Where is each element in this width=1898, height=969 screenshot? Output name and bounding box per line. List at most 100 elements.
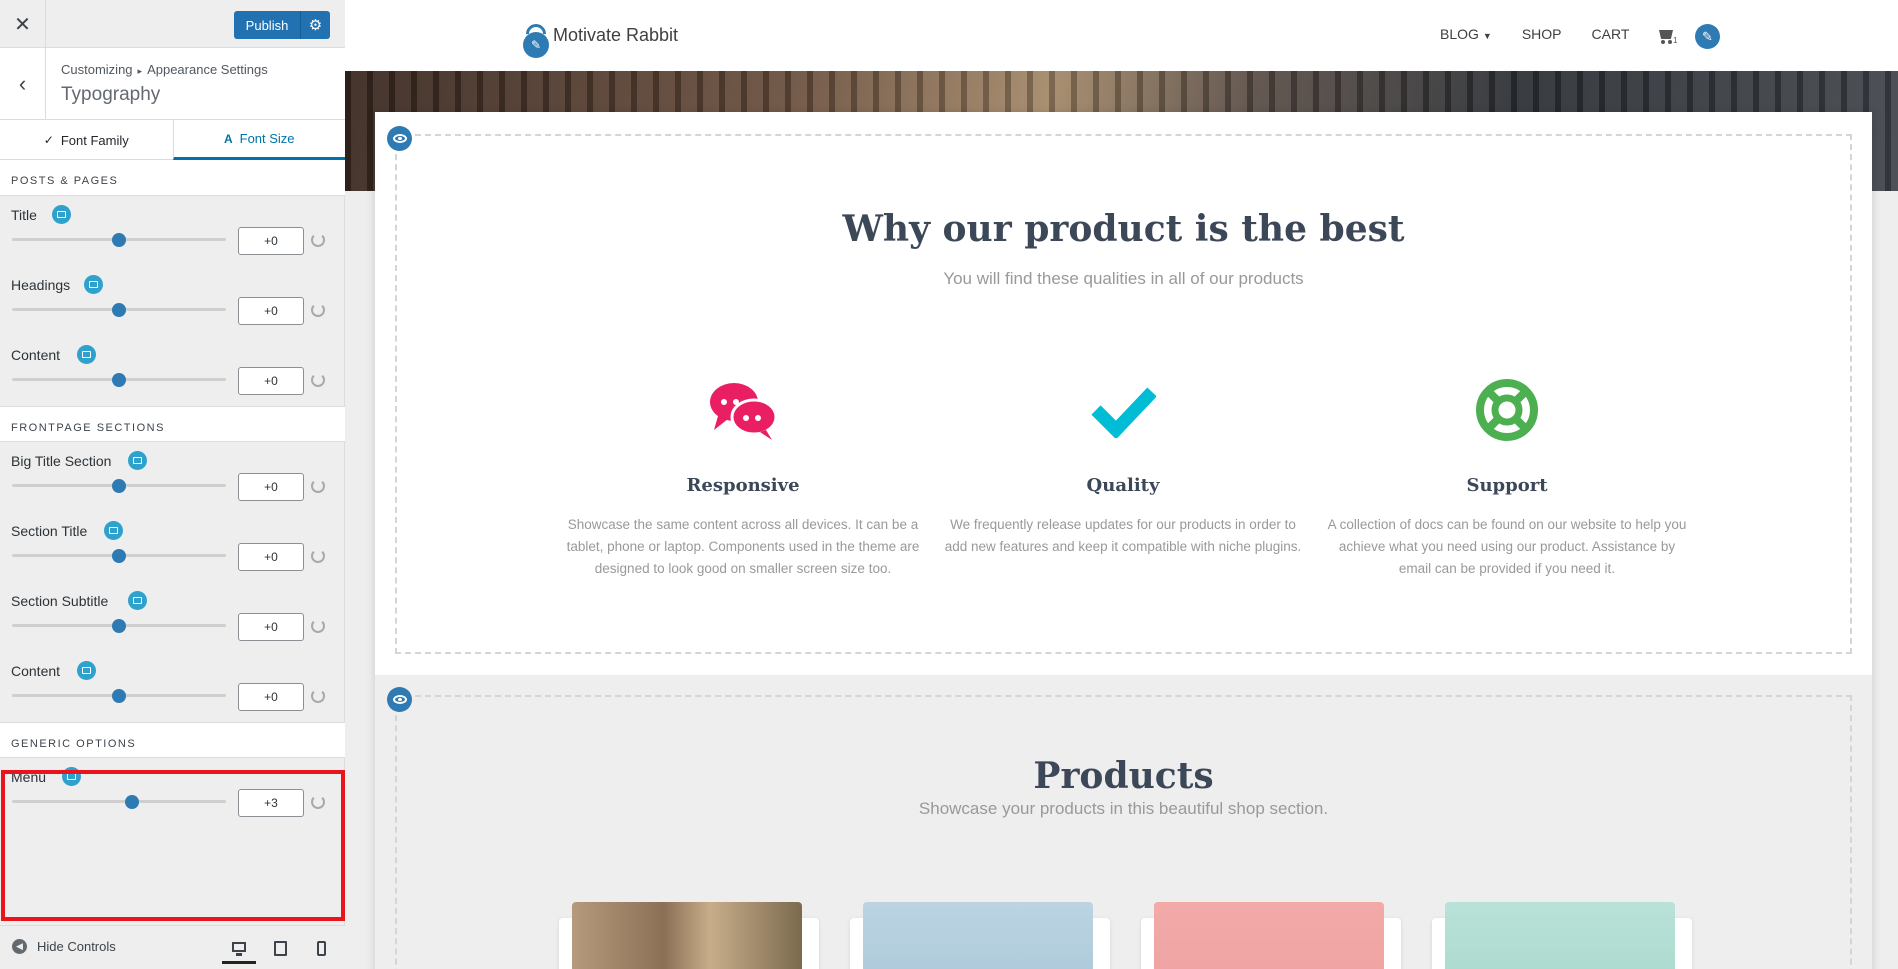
- products-title: Products: [1033, 755, 1214, 797]
- range-slider-handle[interactable]: [112, 373, 126, 387]
- reset-icon[interactable]: [311, 795, 325, 809]
- preview-desktop-button[interactable]: [222, 932, 256, 964]
- font-size-controls: Posts & Pages Title +0 Headings +0 Content +0…: [0, 160, 345, 925]
- font-size-control: Menu +3: [0, 758, 345, 828]
- customizer-topbar: ✕ Publish ⚙: [0, 0, 345, 48]
- breadcrumb-separator: ▸: [137, 66, 143, 76]
- menu-item-blog-label: BLOG: [1440, 26, 1479, 42]
- font-size-value-input[interactable]: +0: [238, 297, 304, 325]
- font-size-value-input[interactable]: +0: [238, 227, 304, 255]
- back-button[interactable]: ‹: [0, 48, 46, 120]
- typography-tabs: ✓ Font Family A Font Size: [0, 120, 345, 160]
- menu-item-blog[interactable]: BLOG ▼: [1440, 26, 1492, 42]
- chat-bubbles-icon: [563, 375, 923, 445]
- menu-item-shop[interactable]: SHOP: [1522, 26, 1562, 42]
- control-label-section-title: Section Title: [11, 523, 88, 539]
- customizer-footer: ◀ Hide Controls: [0, 925, 345, 969]
- product-image[interactable]: [572, 902, 802, 969]
- font-size-control: Big Title Section +0: [0, 442, 345, 512]
- responsive-device-icon[interactable]: [52, 205, 71, 224]
- menu-item-cart[interactable]: CART: [1592, 26, 1630, 42]
- hide-controls-button[interactable]: ◀ Hide Controls: [12, 939, 116, 954]
- range-slider-handle[interactable]: [112, 689, 126, 703]
- feature-title: Responsive: [686, 475, 800, 496]
- responsive-device-icon[interactable]: [104, 521, 123, 540]
- range-slider-handle[interactable]: [112, 479, 126, 493]
- reset-icon[interactable]: [311, 373, 325, 387]
- breadcrumb: Customizing ▸ Appearance Settings: [61, 62, 268, 77]
- cart-wheel: [1668, 40, 1672, 44]
- main-content-card: Why our product is the best You will fin…: [375, 112, 1872, 969]
- desktop-icon: [232, 941, 246, 956]
- responsive-device-icon[interactable]: [62, 767, 81, 786]
- control-label-title: Title: [11, 207, 37, 223]
- group-title-frontpage-sections: Frontpage Sections: [0, 406, 345, 442]
- publish-settings-gear-icon[interactable]: ⚙: [300, 11, 330, 39]
- tab-label: Font Family: [60, 132, 129, 148]
- site-navbar: ✎ Motivate Rabbit BLOG ▼ SHOP CART 1 ✎: [345, 0, 1898, 71]
- life-ring-icon: [1327, 375, 1687, 445]
- control-label-headings: Headings: [11, 277, 71, 293]
- tab-font-size[interactable]: A Font Size: [172, 120, 345, 160]
- reset-icon[interactable]: [311, 689, 325, 703]
- feature-text: We frequently release updates for our pr…: [944, 517, 1302, 554]
- feature-text: A collection of docs can be found on our…: [1327, 517, 1687, 576]
- cart-count-badge: 1: [1673, 36, 1678, 45]
- responsive-device-icon[interactable]: [84, 275, 103, 294]
- responsive-device-icon[interactable]: [77, 345, 96, 364]
- preview-tablet-button[interactable]: [263, 932, 297, 964]
- feature-title: Support: [1466, 475, 1548, 496]
- tab-font-family[interactable]: ✓ Font Family: [0, 120, 173, 160]
- preview-mobile-button[interactable]: [304, 932, 338, 964]
- range-slider-track[interactable]: [12, 800, 226, 803]
- close-customizer-button[interactable]: ✕: [0, 0, 46, 48]
- font-size-control: Section Title +0: [0, 512, 345, 582]
- responsive-device-icon[interactable]: [77, 661, 96, 680]
- font-size-control: Content +0: [0, 336, 345, 406]
- reset-icon[interactable]: [311, 479, 325, 493]
- reset-icon[interactable]: [311, 619, 325, 633]
- publish-label: Publish: [245, 17, 289, 33]
- reset-icon[interactable]: [311, 303, 325, 317]
- features-title: Why our product is the best: [842, 208, 1405, 250]
- font-size-control: Headings +0: [0, 266, 345, 336]
- font-size-value-input[interactable]: +0: [238, 473, 304, 501]
- reset-icon[interactable]: [311, 233, 325, 247]
- range-slider-handle[interactable]: [124, 795, 139, 809]
- cart-wheel: [1661, 40, 1665, 44]
- group-title-generic-options: Generic Options: [0, 722, 345, 758]
- range-slider-handle[interactable]: [112, 233, 126, 247]
- range-slider-handle[interactable]: [112, 549, 126, 563]
- range-slider-handle[interactable]: [112, 303, 126, 317]
- checkmark-icon: [943, 375, 1303, 445]
- font-size-value-input[interactable]: +3: [238, 789, 304, 817]
- font-size-value-input[interactable]: +0: [238, 543, 304, 571]
- product-image[interactable]: [863, 902, 1093, 969]
- font-size-control: Title +0: [0, 196, 345, 266]
- edit-menu-pencil-icon[interactable]: ✎: [1695, 24, 1720, 49]
- products-section: Products Showcase your products in this …: [375, 675, 1872, 969]
- font-size-value-input[interactable]: +0: [238, 683, 304, 711]
- feature-responsive: Responsive Showcase the same content acr…: [563, 375, 923, 580]
- site-logo[interactable]: ✎: [521, 19, 551, 58]
- font-size-value-input[interactable]: +0: [238, 613, 304, 641]
- caret-down-icon: ▼: [1482, 31, 1492, 41]
- feature-title: Quality: [1086, 475, 1160, 496]
- product-image[interactable]: [1445, 902, 1675, 969]
- site-title[interactable]: Motivate Rabbit: [553, 25, 678, 46]
- toggle-section-eye-icon[interactable]: [387, 687, 412, 712]
- responsive-device-icon[interactable]: [128, 451, 147, 470]
- range-slider-handle[interactable]: [112, 619, 126, 633]
- control-label-content: Content: [11, 347, 61, 363]
- chevron-left-icon: ‹: [18, 71, 27, 96]
- toggle-section-eye-icon[interactable]: [387, 126, 412, 151]
- tablet-icon: [273, 940, 287, 956]
- product-image[interactable]: [1154, 902, 1384, 969]
- publish-button[interactable]: Publish ⚙: [234, 11, 330, 39]
- font-size-value-input[interactable]: +0: [238, 367, 304, 395]
- edit-logo-pencil-icon[interactable]: ✎: [523, 32, 549, 58]
- control-label-content: Content: [11, 663, 61, 679]
- reset-icon[interactable]: [311, 549, 325, 563]
- tab-label: Font Size: [239, 131, 295, 146]
- responsive-device-icon[interactable]: [128, 591, 147, 610]
